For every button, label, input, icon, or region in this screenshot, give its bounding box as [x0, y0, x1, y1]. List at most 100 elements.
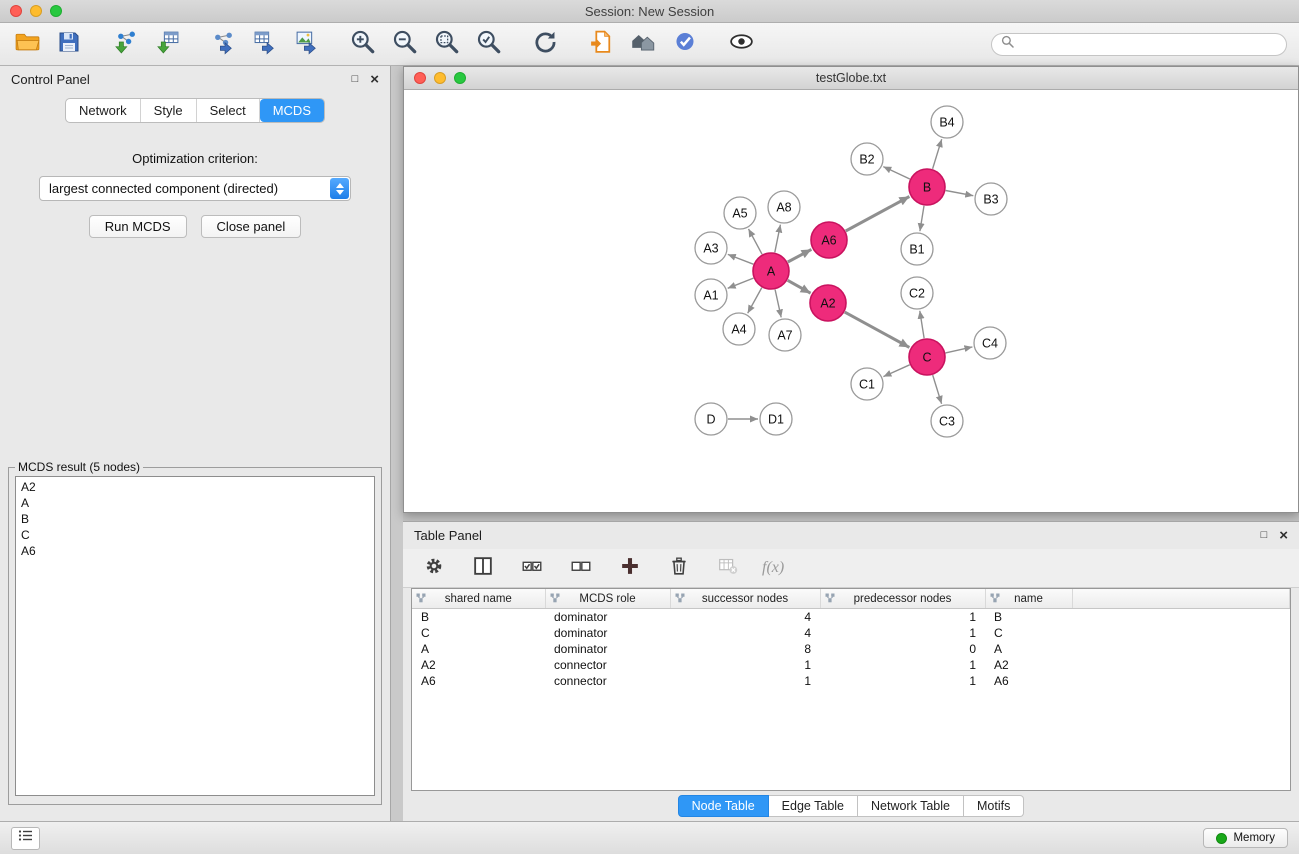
column-header-name[interactable]: name [985, 589, 1072, 609]
table-row[interactable]: A2connector11A2 [412, 657, 1290, 673]
graph-node-A8[interactable]: A8 [768, 191, 800, 223]
mcds-result-item[interactable]: A6 [21, 543, 369, 559]
apply-layout-button[interactable] [530, 29, 560, 59]
column-header-successor-nodes[interactable]: successor nodes [670, 589, 820, 609]
mcds-result-item[interactable]: A [21, 495, 369, 511]
graph-edge-B-B1[interactable] [920, 206, 924, 231]
mcds-result-item[interactable]: A2 [21, 479, 369, 495]
table-cell-predecessor-nodes[interactable]: 1 [820, 609, 985, 626]
table-cell-shared-name[interactable]: A [412, 641, 545, 657]
import-url-button[interactable] [586, 29, 616, 59]
panel-splitter[interactable] [391, 66, 403, 821]
table-cell-shared-name[interactable]: B [412, 609, 545, 626]
graph-node-B[interactable]: B [909, 169, 945, 205]
network-zoom-button[interactable] [454, 72, 466, 84]
graph-node-A5[interactable]: A5 [724, 197, 756, 229]
show-columns-button[interactable] [468, 553, 498, 583]
graph-node-D[interactable]: D [695, 403, 727, 435]
graph-node-A2[interactable]: A2 [810, 285, 846, 321]
table-cell-name[interactable]: A6 [985, 673, 1072, 689]
graph-edge-B-B2[interactable] [883, 167, 910, 179]
mcds-result-item[interactable]: B [21, 511, 369, 527]
table-row[interactable]: Adominator80A [412, 641, 1290, 657]
open-session-button[interactable] [12, 29, 42, 59]
table-row[interactable]: Bdominator41B [412, 609, 1290, 626]
table-cell-successor-nodes[interactable]: 8 [670, 641, 820, 657]
import-network-button[interactable] [110, 29, 140, 59]
graph-edge-A-A3[interactable] [728, 254, 754, 264]
graphics-details-button[interactable] [726, 29, 756, 59]
graph-node-B2[interactable]: B2 [851, 143, 883, 175]
table-cell-successor-nodes[interactable]: 4 [670, 609, 820, 626]
column-header-shared-name[interactable]: shared name [412, 589, 545, 609]
graph-node-C[interactable]: C [909, 339, 945, 375]
graph-edge-C-C3[interactable] [933, 375, 942, 404]
table-cell-predecessor-nodes[interactable]: 1 [820, 673, 985, 689]
first-neighbors-button[interactable] [628, 29, 658, 59]
table-cell-name[interactable]: A [985, 641, 1072, 657]
table-cell-predecessor-nodes[interactable]: 1 [820, 625, 985, 641]
table-cell-predecessor-nodes[interactable]: 0 [820, 641, 985, 657]
graph-node-A4[interactable]: A4 [723, 313, 755, 345]
close-window-button[interactable] [10, 5, 22, 17]
graph-edge-C-C2[interactable] [920, 311, 924, 338]
graph-edge-A-A4[interactable] [748, 288, 762, 314]
graph-node-A3[interactable]: A3 [695, 232, 727, 264]
graph-edge-A-A5[interactable] [749, 229, 763, 254]
table-cell-name[interactable]: A2 [985, 657, 1072, 673]
zoom-window-button[interactable] [50, 5, 62, 17]
function-builder-button[interactable]: f(x) [762, 559, 784, 577]
network-close-button[interactable] [414, 72, 426, 84]
select-all-rows-button[interactable] [517, 553, 547, 583]
table-cell-mcds-role[interactable]: dominator [545, 609, 670, 626]
mcds-result-list[interactable]: A2ABCA6 [15, 476, 375, 796]
tab-network[interactable]: Network [66, 99, 141, 122]
search-input[interactable] [1019, 36, 1277, 52]
float-panel-icon[interactable]: □ [352, 74, 359, 85]
graph-edge-A6-B[interactable] [846, 197, 910, 232]
tab-node-table[interactable]: Node Table [678, 795, 769, 817]
graph-node-C1[interactable]: C1 [851, 368, 883, 400]
graph-edge-A-A2[interactable] [788, 280, 811, 293]
table-cell-mcds-role[interactable]: connector [545, 657, 670, 673]
graph-node-A1[interactable]: A1 [695, 279, 727, 311]
table-cell-successor-nodes[interactable]: 1 [670, 657, 820, 673]
close-panel-icon[interactable]: × [370, 72, 379, 87]
close-panel-button[interactable]: Close panel [201, 215, 302, 238]
criterion-dropdown[interactable]: largest connected component (directed) [39, 176, 351, 201]
table-cell-name[interactable]: B [985, 609, 1072, 626]
table-float-panel-icon[interactable]: □ [1261, 530, 1268, 541]
table-cell-shared-name[interactable]: C [412, 625, 545, 641]
run-mcds-button[interactable]: Run MCDS [89, 215, 187, 238]
table-cell-name[interactable]: C [985, 625, 1072, 641]
tab-edge-table[interactable]: Edge Table [769, 795, 858, 817]
graph-node-B3[interactable]: B3 [975, 183, 1007, 215]
column-settings-button[interactable] [419, 553, 449, 583]
apply-style-button[interactable] [670, 29, 700, 59]
zoom-fit-button[interactable] [432, 29, 462, 59]
column-header-predecessor-nodes[interactable]: predecessor nodes [820, 589, 985, 609]
column-header-mcds-role[interactable]: MCDS role [545, 589, 670, 609]
add-column-button[interactable] [615, 553, 645, 583]
table-row[interactable]: Cdominator41C [412, 625, 1290, 641]
table-cell-mcds-role[interactable]: dominator [545, 641, 670, 657]
graph-edge-A-A1[interactable] [728, 278, 754, 288]
graph-node-A7[interactable]: A7 [769, 319, 801, 351]
table-close-panel-icon[interactable]: × [1279, 528, 1288, 543]
table-cell-mcds-role[interactable]: dominator [545, 625, 670, 641]
tab-network-table[interactable]: Network Table [858, 795, 964, 817]
export-image-button[interactable] [292, 29, 322, 59]
network-minimize-button[interactable] [434, 72, 446, 84]
tab-mcds[interactable]: MCDS [260, 99, 324, 122]
graph-node-B4[interactable]: B4 [931, 106, 963, 138]
import-table-button[interactable] [152, 29, 182, 59]
graph-node-C2[interactable]: C2 [901, 277, 933, 309]
graph-edge-C-C1[interactable] [883, 365, 909, 377]
table-cell-successor-nodes[interactable]: 1 [670, 673, 820, 689]
graph-edge-A-A6[interactable] [788, 249, 812, 262]
graph-node-A6[interactable]: A6 [811, 222, 847, 258]
deselect-all-rows-button[interactable] [566, 553, 596, 583]
tab-style[interactable]: Style [141, 99, 197, 122]
graph-edge-B-B4[interactable] [933, 139, 942, 169]
graph-node-C4[interactable]: C4 [974, 327, 1006, 359]
